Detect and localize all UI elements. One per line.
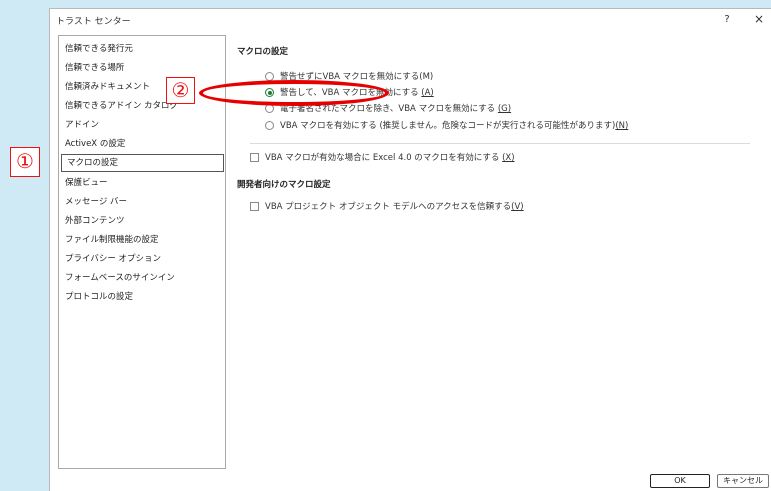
- checkbox-icon: [250, 202, 259, 211]
- checkbox-icon: [250, 153, 259, 162]
- sidebar-item-privacy[interactable]: プライバシー オプション: [59, 250, 225, 269]
- sidebar-item-trusted-publishers[interactable]: 信頼できる発行元: [59, 40, 225, 59]
- radio-icon: [265, 121, 274, 130]
- help-button[interactable]: ?: [720, 13, 734, 27]
- sidebar-item-activex[interactable]: ActiveX の設定: [59, 135, 225, 154]
- window-title: トラスト センター: [56, 17, 131, 27]
- sidebar-item-file-block[interactable]: ファイル制限機能の設定: [59, 231, 225, 250]
- annotation-marker-2: ②: [166, 77, 195, 104]
- divider: [250, 143, 750, 144]
- sidebar-nav: 信頼できる発行元 信頼できる場所 信頼済みドキュメント 信頼できるアドイン カタ…: [58, 35, 226, 469]
- sidebar-item-form-signin[interactable]: フォームベースのサインイン: [59, 269, 225, 288]
- ok-button[interactable]: OK: [650, 474, 710, 488]
- macro-settings-title: マクロの設定: [237, 47, 289, 57]
- sidebar-item-macro-settings[interactable]: マクロの設定: [61, 154, 224, 172]
- annotation-highlight-oval: [199, 80, 389, 106]
- sidebar-item-addins[interactable]: アドイン: [59, 116, 225, 135]
- developer-settings-title: 開発者向けのマクロ設定: [237, 180, 331, 190]
- sidebar-item-external-content[interactable]: 外部コンテンツ: [59, 212, 225, 231]
- annotation-marker-1: ①: [10, 147, 40, 177]
- sidebar-item-message-bar[interactable]: メッセージ バー: [59, 193, 225, 212]
- sidebar-item-trusted-addin-catalogs[interactable]: 信頼できるアドイン カタログ: [59, 97, 225, 116]
- sidebar-item-trusted-locations[interactable]: 信頼できる場所: [59, 59, 225, 78]
- close-button[interactable]: ×: [752, 12, 766, 26]
- trust-center-dialog: トラスト センター ? × 信頼できる発行元 信頼できる場所 信頼済みドキュメン…: [49, 8, 771, 491]
- sidebar-item-protocol[interactable]: プロトコルの設定: [59, 288, 225, 307]
- sidebar-item-protected-view[interactable]: 保護ビュー: [59, 174, 225, 193]
- title-bar: トラスト センター ? ×: [50, 9, 771, 31]
- cancel-button[interactable]: キャンセル: [717, 474, 769, 488]
